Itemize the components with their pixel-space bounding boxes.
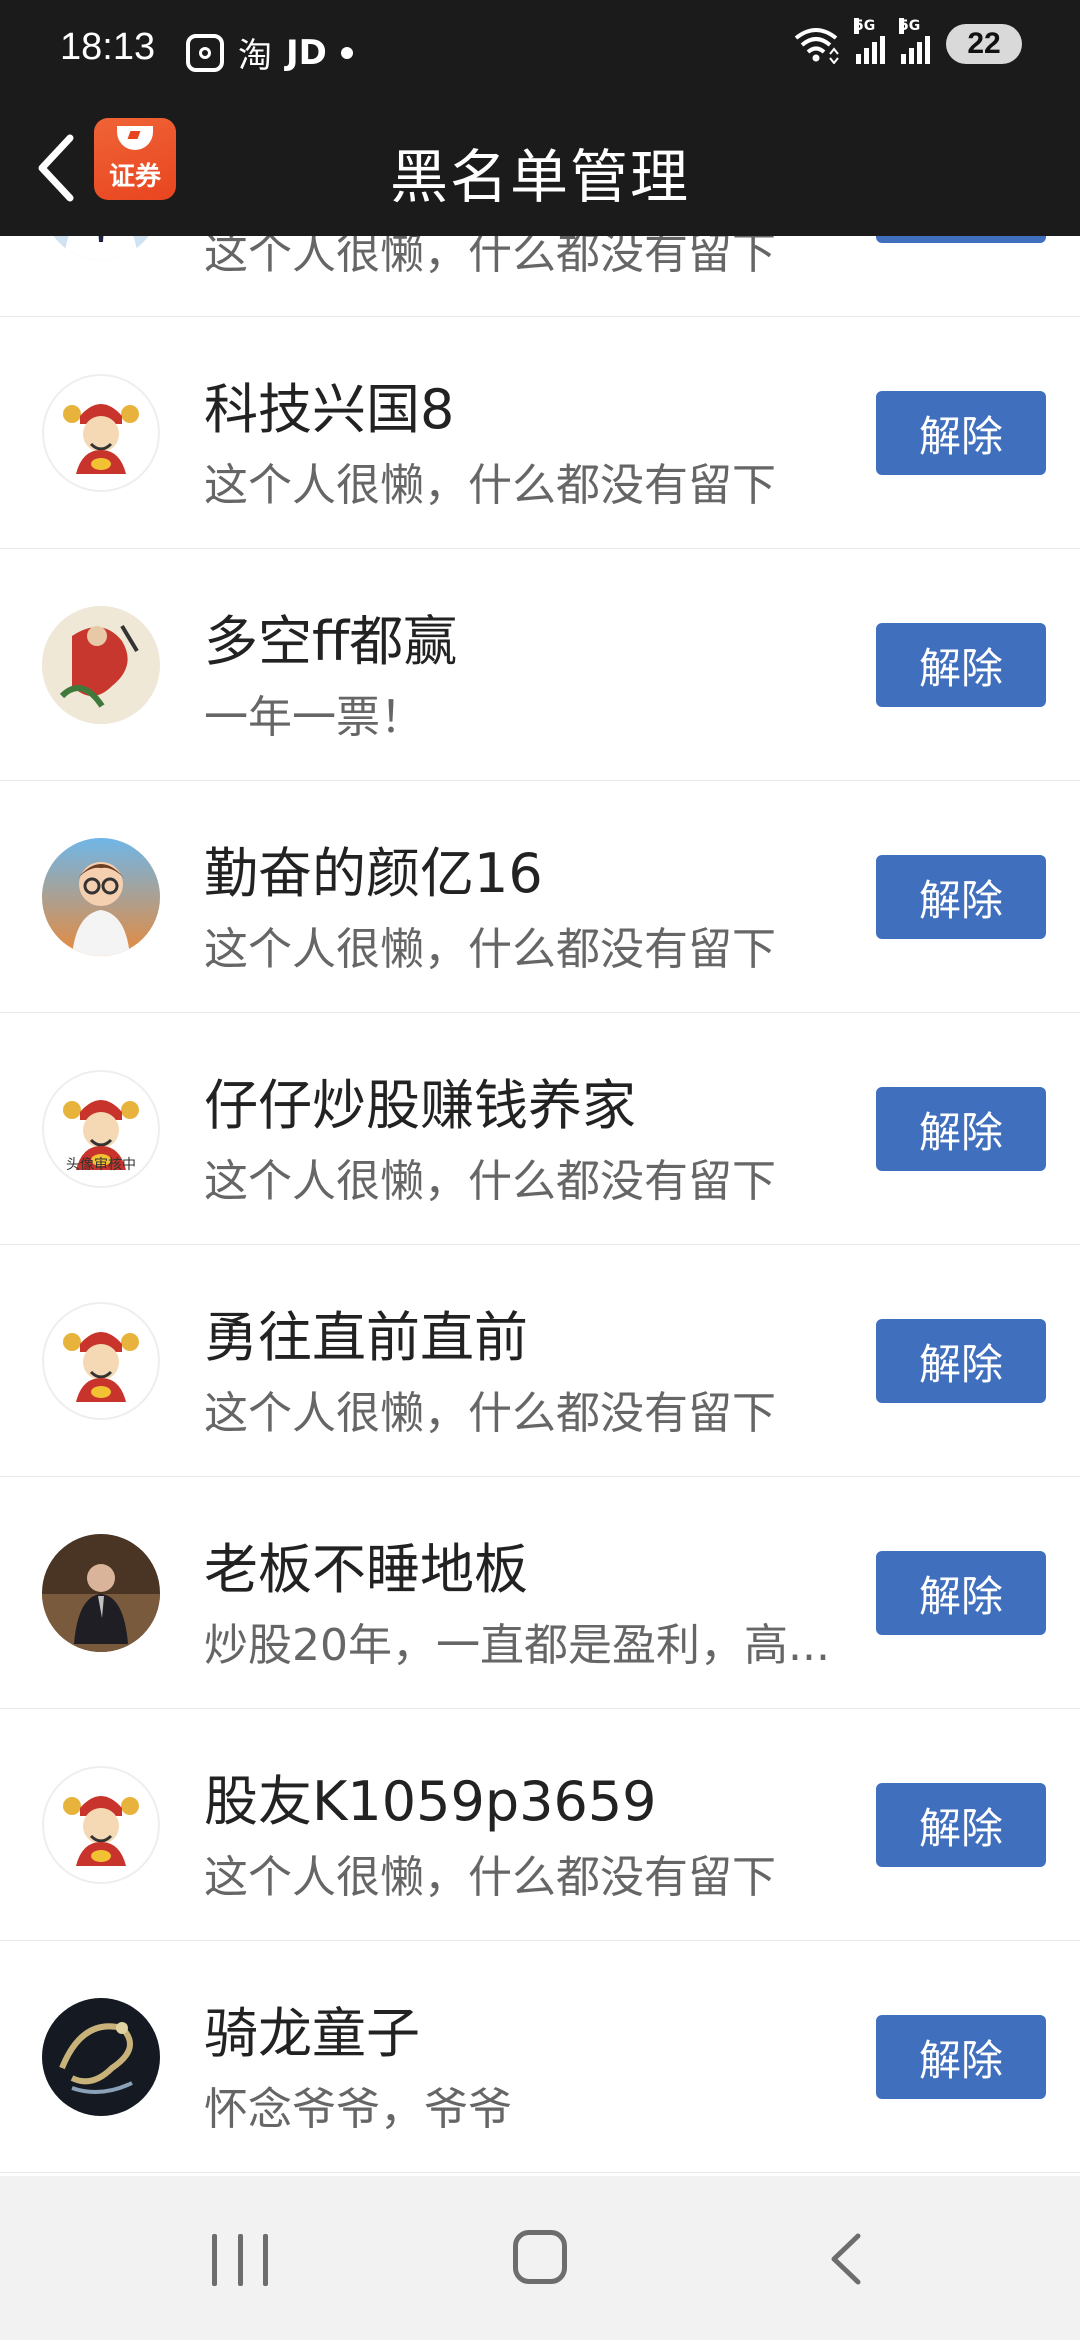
unblock-button[interactable]: 解除 [876,1087,1046,1171]
blacklist-row[interactable]: 勇往直前直前这个人很懒，什么都没有留下 解除 [0,1245,1080,1477]
system-nav-bar [0,2176,1080,2340]
status-time: 18:13 [60,26,156,68]
user-name[interactable]: 科技兴国8 [204,365,454,444]
unblock-button[interactable]: 解除 [876,1783,1046,1867]
user-bio: 怀念爷爷，爷爷 [204,2084,512,2135]
unblock-button[interactable]: 解除 [876,855,1046,939]
home-icon[interactable] [513,2230,567,2284]
avatar-review-label: 头像审核中 [66,1157,136,1173]
avatar[interactable] [42,1998,160,2116]
blacklist-row[interactable]: 股友WTPBdn5459这个人很懒，什么都没有留下解除 [0,236,1080,317]
avatar[interactable] [42,374,160,492]
user-bio: 这个人很懒，什么都没有留下 [204,924,776,975]
page-title: 黑名单管理 [389,143,690,211]
unblock-button[interactable]: 解除 [876,236,1046,243]
user-bio: 这个人很懒，什么都没有留下 [204,460,776,511]
status-notification-icons: 淘 JD [186,28,353,77]
blacklist-row[interactable]: 老板不睡地板炒股20年，一直都是盈利，高... 解除 [0,1477,1080,1709]
user-bio: 炒股20年，一直都是盈利，高... [204,1620,830,1671]
blacklist-row[interactable]: 骑龙童子怀念爷爷，爷爷 解除 [0,1941,1080,2173]
system-back-icon[interactable] [824,2230,868,2288]
blacklist-scroll-content: 股友WTPBdn5459这个人很懒，什么都没有留下解除科技兴国8这个人很懒，什么… [0,236,1080,2173]
status-bar: 18:13 淘 JD 5G 5G 22 [0,0,1080,100]
user-bio: 这个人很懒，什么都没有留下 [204,1388,776,1439]
unblock-button[interactable]: 解除 [876,1551,1046,1635]
user-name[interactable]: 多空ff都赢 [204,597,457,676]
blacklist[interactable]: 股友WTPBdn5459这个人很懒，什么都没有留下解除科技兴国8这个人很懒，什么… [0,236,1080,2176]
unblock-button[interactable]: 解除 [876,1319,1046,1403]
avatar[interactable] [42,606,160,724]
avatar[interactable] [42,1766,160,1884]
status-system-icons: 5G 5G 22 [792,18,1022,64]
avatar[interactable] [42,838,160,956]
user-name[interactable]: 老板不睡地板 [204,1525,528,1604]
avatar[interactable] [42,1302,160,1420]
taobao-icon: 淘 [238,36,272,76]
user-bio: 这个人很懒，什么都没有留下 [204,1156,776,1207]
blacklist-row[interactable]: 科技兴国8 这个人很懒，什么都没有留下 解除 [0,317,1080,549]
avatar[interactable] [42,236,160,260]
user-name[interactable]: 仔仔炒股赚钱养家 [204,1061,636,1140]
avatar[interactable]: 头像审核中 [42,1070,160,1188]
unblock-button[interactable]: 解除 [876,623,1046,707]
jd-icon: JD [286,32,327,73]
unblock-button[interactable]: 解除 [876,391,1046,475]
user-name[interactable]: 骑龙童子 [204,1989,420,2068]
user-bio: 一年一票！ [204,692,424,743]
blacklist-row[interactable]: 头像审核中 仔仔炒股赚钱养家这个人很懒，什么都没有留下 解除 [0,1013,1080,1245]
user-name[interactable]: 勇往直前直前 [204,1293,528,1372]
user-name[interactable]: 股友K1059p3659 [204,1757,657,1836]
avatar[interactable] [42,1534,160,1652]
more-notifications-dot-icon [340,46,353,59]
user-bio: 这个人很懒，什么都没有留下 [204,236,776,279]
screenshot-icon [186,33,224,72]
blacklist-row[interactable]: 勤奋的颜亿16 这个人很懒，什么都没有留下 解除 [0,781,1080,1013]
battery-indicator: 22 [946,24,1022,64]
recent-apps-icon[interactable] [212,2234,268,2286]
user-name[interactable]: 勤奋的颜亿16 [204,829,543,908]
wifi-icon [794,28,839,64]
blacklist-row[interactable]: 股友K1059p3659 这个人很懒，什么都没有留下 解除 [0,1709,1080,1941]
blacklist-row[interactable]: 多空ff都赢一年一票！ 解除 [0,549,1080,781]
signal-icon-sim1: 5G [854,18,885,64]
user-bio: 这个人很懒，什么都没有留下 [204,1852,776,1903]
signal-icon-sim2: 5G [899,18,930,64]
unblock-button[interactable]: 解除 [876,2015,1046,2099]
top-nav-bar: 证券 黑名单管理 [0,100,1080,236]
